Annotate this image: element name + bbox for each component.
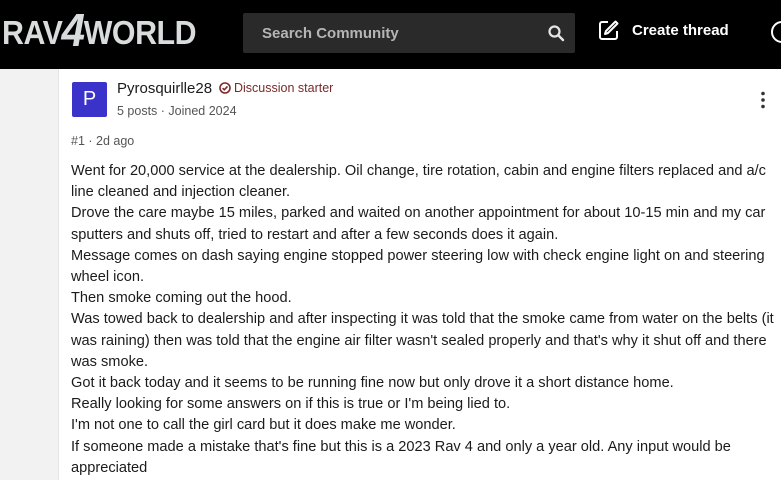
logo-text-rav: RAV bbox=[2, 14, 63, 51]
post-card: P Pyrosquirlle28 Discussion starter 5 po… bbox=[58, 69, 781, 480]
post-paragraph: If someone made a mistake that's fine bu… bbox=[71, 438, 731, 476]
author-meta: 5 posts · Joined 2024 bbox=[117, 104, 237, 118]
post-body: Went for 20,000 service at the dealershi… bbox=[71, 161, 779, 479]
post-paragraph: Message comes on dash saying engine stop… bbox=[71, 247, 765, 286]
starter-badge-icon bbox=[219, 82, 231, 94]
search-community-input[interactable]: Search Community bbox=[243, 13, 575, 53]
create-thread-button[interactable]: Create thread bbox=[598, 19, 729, 41]
post-paragraph: Was towed back to dealership and after i… bbox=[71, 311, 774, 370]
more-options-icon[interactable] bbox=[760, 91, 766, 109]
avatar[interactable]: P bbox=[72, 82, 107, 117]
discussion-starter-badge: Discussion starter bbox=[219, 81, 333, 95]
post-paragraph: I'm not one to call the girl card but it… bbox=[71, 417, 456, 434]
discussion-starter-label: Discussion starter bbox=[234, 81, 334, 95]
logo-text-world: WORLD bbox=[83, 14, 197, 51]
post-number-timestamp[interactable]: #1 · 2d ago bbox=[71, 134, 134, 148]
post-paragraph: Went for 20,000 service at the dealershi… bbox=[71, 163, 766, 201]
create-thread-label: Create thread bbox=[632, 21, 729, 39]
post-paragraph: Got it back today and it seems to be run… bbox=[71, 375, 674, 392]
post-paragraph: Then smoke coming out the hood. bbox=[71, 290, 292, 307]
top-navigation-bar: RAV 4 WORLD Search Community Create thread bbox=[0, 0, 781, 69]
site-logo[interactable]: RAV 4 WORLD bbox=[2, 4, 197, 56]
user-menu-icon[interactable] bbox=[771, 21, 781, 43]
search-placeholder: Search Community bbox=[262, 25, 399, 42]
edit-icon bbox=[599, 20, 619, 40]
logo-text-four: 4 bbox=[61, 4, 86, 56]
post-author-username[interactable]: Pyrosquirlle28 bbox=[117, 80, 212, 97]
post-paragraph: Really looking for some answers on if th… bbox=[71, 396, 511, 413]
post-paragraph: Drove the care maybe 15 miles, parked an… bbox=[71, 205, 766, 243]
search-icon[interactable] bbox=[547, 24, 565, 42]
